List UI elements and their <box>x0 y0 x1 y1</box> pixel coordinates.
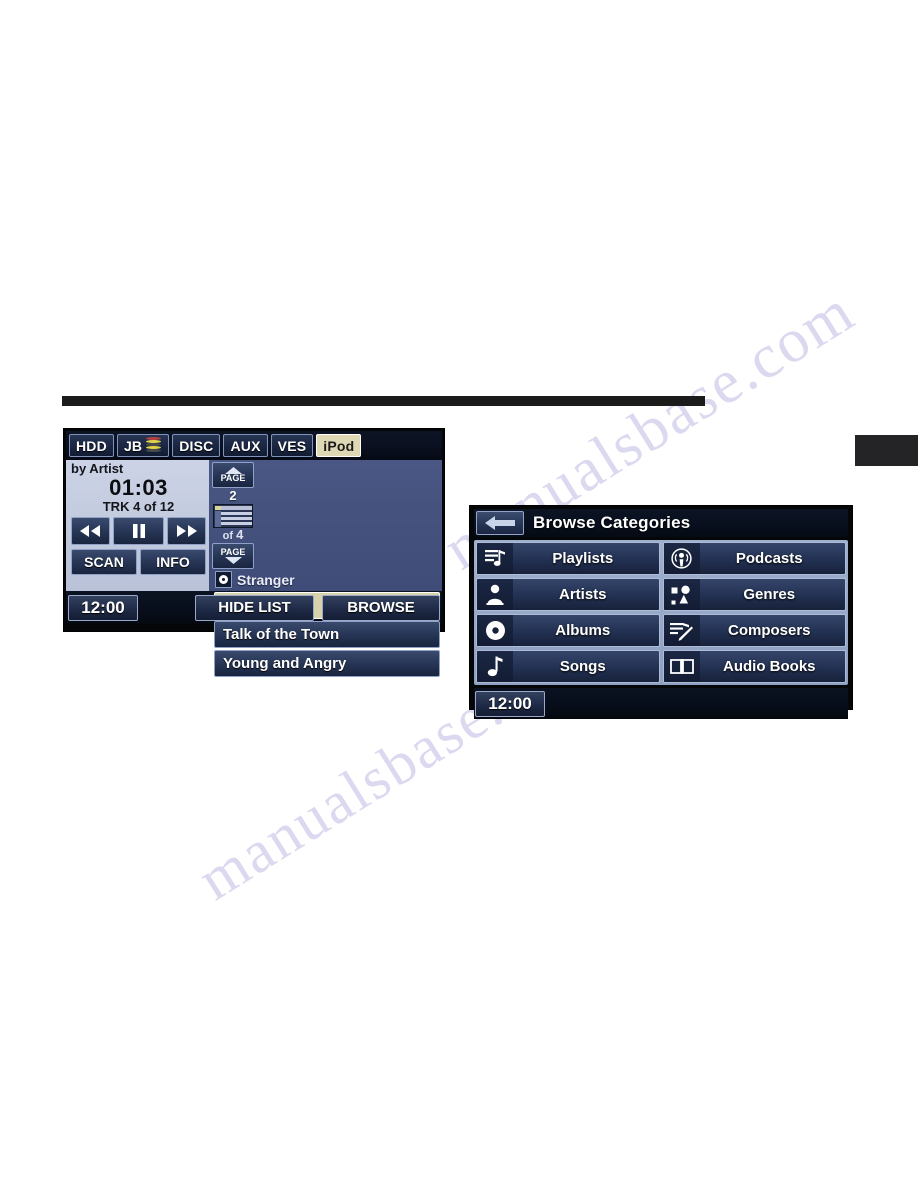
disc-icon <box>215 571 232 588</box>
page-divider-rule <box>62 396 705 406</box>
podcast-icon <box>663 543 700 574</box>
source-label-ves: VES <box>277 437 307 454</box>
source-button-ves[interactable]: VES <box>270 434 314 457</box>
source-button-aux[interactable]: AUX <box>223 434 268 457</box>
jukebox-disc-stack-icon <box>145 437 162 454</box>
browse-categories-screen: Browse Categories Playlists Podcasts Art… <box>469 505 853 719</box>
info-button[interactable]: INFO <box>140 549 206 575</box>
rewind-icon <box>80 525 101 537</box>
open-book-icon <box>663 651 700 682</box>
ipod-bottom-bar: 12:00 HIDE LIST BROWSE <box>66 591 442 624</box>
page-navigation-column: PAGE 2 of 4 PAGE <box>211 462 255 569</box>
browse-bottom-bar: 12:00 <box>474 688 848 719</box>
page-down-button[interactable]: PAGE <box>212 543 254 569</box>
scan-label: SCAN <box>84 554 124 570</box>
browse-header: Browse Categories <box>474 509 848 537</box>
fast-forward-button[interactable] <box>167 517 206 545</box>
category-label-genres: Genres <box>743 586 796 603</box>
track-items-column: Stranger Stranger Talk of the Town Young… <box>211 569 440 677</box>
transport-controls <box>71 517 206 545</box>
category-button-artists[interactable]: Artists <box>476 578 660 611</box>
category-label-playlists: Playlists <box>552 550 614 567</box>
category-grid: Playlists Podcasts Artists Genres Albums… <box>474 540 848 685</box>
music-note-icon <box>477 651 513 682</box>
category-label-audio-books: Audio Books <box>723 658 816 675</box>
chevron-down-icon <box>224 557 242 564</box>
category-label-songs: Songs <box>559 658 606 675</box>
back-button[interactable] <box>476 511 524 535</box>
clock-label: 12:00 <box>81 597 125 617</box>
list-item-label: Young and Angry <box>223 655 347 672</box>
elapsed-time: 01:03 <box>109 475 168 500</box>
list-thumbnail-icon <box>213 504 253 528</box>
page-of-prefix: of <box>222 530 234 542</box>
clock-label: 12:00 <box>488 693 532 713</box>
scan-button[interactable]: SCAN <box>71 549 137 575</box>
playlist-icon <box>477 543 513 574</box>
source-button-ipod[interactable]: iPod <box>316 434 362 457</box>
category-button-audio-books[interactable]: Audio Books <box>662 650 846 683</box>
page-down-label: PAGE <box>220 547 246 557</box>
clock-display: 12:00 <box>475 690 545 717</box>
album-disc-icon <box>477 615 513 646</box>
source-button-jb[interactable]: JB <box>116 434 170 457</box>
hide-list-button[interactable]: HIDE LIST <box>195 594 314 621</box>
now-playing-title: Stranger <box>237 571 295 588</box>
page-total-label: of 4 <box>223 528 244 543</box>
hide-list-label: HIDE LIST <box>218 599 291 616</box>
track-list-pane: PAGE 2 of 4 PAGE Stranger Talk of the To… <box>209 460 442 677</box>
source-label-aux: AUX <box>230 437 261 454</box>
source-label-hdd: HDD <box>76 437 107 454</box>
source-button-hdd[interactable]: HDD <box>69 434 114 457</box>
list-item-label: Talk of the Town <box>223 626 340 643</box>
section-tab-marker <box>855 435 918 466</box>
page-total-number: 4 <box>236 527 244 542</box>
player-function-buttons: SCAN INFO <box>71 549 206 575</box>
list-item[interactable]: Talk of the Town <box>214 621 440 648</box>
composer-pen-icon <box>663 615 700 646</box>
page-title: Browse Categories <box>533 513 691 532</box>
rewind-button[interactable] <box>71 517 110 545</box>
category-label-composers: Composers <box>727 622 811 639</box>
ipod-player-screen: HDD JB DISC AUX VES iPod by Artist 01:03… <box>63 428 445 677</box>
category-button-albums[interactable]: Albums <box>476 614 660 647</box>
now-playing-row: Stranger <box>214 569 440 590</box>
pause-button[interactable] <box>112 517 165 545</box>
track-status: TRK 4 of 12 <box>102 499 175 514</box>
sort-by-label: by Artist <box>71 461 124 476</box>
browse-button[interactable]: BROWSE <box>322 594 440 621</box>
source-select-bar: HDD JB DISC AUX VES iPod <box>66 431 442 460</box>
category-label-albums: Albums <box>555 622 611 639</box>
category-button-composers[interactable]: Composers <box>662 614 846 647</box>
source-label-disc: DISC <box>179 437 214 454</box>
category-button-songs[interactable]: Songs <box>476 650 660 683</box>
artist-person-icon <box>477 579 513 610</box>
current-page-number: 2 <box>229 488 237 503</box>
browse-label: BROWSE <box>347 599 415 616</box>
back-arrow-icon <box>485 516 515 530</box>
source-label-jb: JB <box>123 437 143 454</box>
category-button-genres[interactable]: Genres <box>662 578 846 611</box>
fast-forward-icon <box>176 525 197 537</box>
source-button-disc[interactable]: DISC <box>172 434 221 457</box>
category-label-podcasts: Podcasts <box>735 550 803 567</box>
player-pane: by Artist 01:03 TRK 4 of 12 SCAN INFO <box>66 460 209 591</box>
genres-shapes-icon <box>663 579 700 610</box>
list-item[interactable]: Young and Angry <box>214 650 440 677</box>
category-label-artists: Artists <box>558 586 607 603</box>
page-up-label: PAGE <box>220 473 246 483</box>
info-label: INFO <box>156 554 190 570</box>
source-label-ipod: iPod <box>323 437 355 454</box>
page-up-button[interactable]: PAGE <box>212 462 254 488</box>
ipod-body: by Artist 01:03 TRK 4 of 12 SCAN INFO PA… <box>66 460 442 677</box>
clock-display: 12:00 <box>68 594 138 621</box>
category-button-podcasts[interactable]: Podcasts <box>662 542 846 575</box>
pause-icon <box>132 524 145 538</box>
category-button-playlists[interactable]: Playlists <box>476 542 660 575</box>
